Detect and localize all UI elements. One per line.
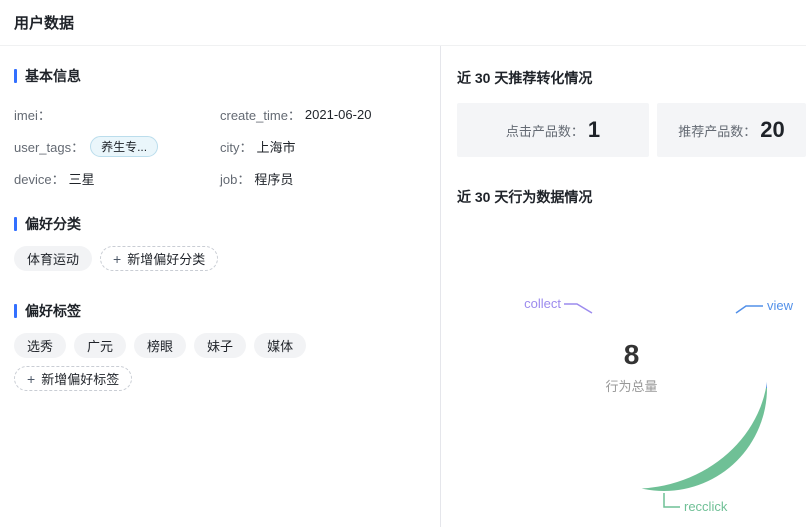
conversion-stats-row: 点击产品数： 1 推荐产品数： 20 <box>457 103 806 157</box>
page-title: 用户数据 <box>14 12 74 33</box>
field-device: device： 三星 <box>14 166 220 190</box>
preference-category-section-header: 偏好分类 <box>14 214 426 234</box>
field-city-label: city： <box>220 137 253 156</box>
field-user-tags: user_tags： 养生专... <box>14 134 220 158</box>
section-accent-bar <box>14 217 17 231</box>
field-imei-label: imei： <box>14 105 51 124</box>
user-tag-chip[interactable]: 养生专... <box>90 136 158 157</box>
preference-tags-title: 偏好标签 <box>25 301 81 321</box>
collect-segment-label: collect <box>487 295 561 313</box>
basic-info-grid: imei： create_time： 2021-06-20 user_tags：… <box>14 102 426 190</box>
stat-clicked-value: 1 <box>588 117 600 143</box>
section-accent-bar <box>14 69 17 83</box>
preference-tag-chip: 妹子 <box>194 333 246 358</box>
preference-tag-chip: 榜眼 <box>134 333 186 358</box>
preference-tag-chip: 选秀 <box>14 333 66 358</box>
field-job: job： 程序员 <box>220 166 426 190</box>
field-create-time: create_time： 2021-06-20 <box>220 102 426 126</box>
stat-card-recommended-products: 推荐产品数： 20 <box>657 103 806 157</box>
preference-tags-section-header: 偏好标签 <box>14 301 426 321</box>
collect-leader-line <box>564 304 592 313</box>
field-imei: imei： <box>14 102 220 126</box>
stat-card-clicked-products: 点击产品数： 1 <box>457 103 649 157</box>
preference-category-tag-row: 体育运动 + 新增偏好分类 <box>14 246 426 271</box>
preference-tag-chip: 媒体 <box>254 333 306 358</box>
add-preference-tag-button[interactable]: + 新增偏好标签 <box>14 366 132 391</box>
preference-category-title: 偏好分类 <box>25 214 81 234</box>
plus-icon: + <box>27 372 35 386</box>
field-user-tags-label: user_tags： <box>14 137 84 156</box>
field-job-label: job： <box>220 169 250 188</box>
stat-recommended-label: 推荐产品数： <box>678 121 756 140</box>
field-job-value: 程序员 <box>254 169 293 188</box>
field-device-label: device： <box>14 169 65 188</box>
add-preference-category-label: 新增偏好分类 <box>127 249 205 268</box>
user-data-page: 用户数据 基本信息 imei： create_time： 2021-06-20 … <box>0 0 806 527</box>
basic-info-title: 基本信息 <box>25 66 81 86</box>
field-create-time-label: create_time： <box>220 105 301 124</box>
recclick-segment-label: recclick <box>684 498 727 516</box>
plus-icon: + <box>113 252 121 266</box>
preference-tags-tag-row: 选秀 广元 榜眼 妹子 媒体 + 新增偏好标签 <box>14 333 426 391</box>
donut-leader-lines <box>457 207 805 527</box>
field-create-time-value: 2021-06-20 <box>305 107 372 122</box>
add-preference-tag-label: 新增偏好标签 <box>41 369 119 388</box>
category-tag-chip: 体育运动 <box>14 246 92 271</box>
left-panel: 基本信息 imei： create_time： 2021-06-20 user_… <box>0 46 441 527</box>
field-city: city： 上海市 <box>220 134 426 158</box>
behavior-donut-chart: 8 行为总量 collect view recclick <box>457 207 806 527</box>
behavior-heading: 近 30 天行为数据情况 <box>457 187 806 207</box>
section-accent-bar <box>14 304 17 318</box>
right-panel: 近 30 天推荐转化情况 点击产品数： 1 推荐产品数： 20 近 30 天行为… <box>441 46 806 527</box>
basic-info-section-header: 基本信息 <box>14 66 426 86</box>
recclick-leader-line <box>664 493 680 507</box>
stat-clicked-label: 点击产品数： <box>506 121 584 140</box>
preference-tag-chip: 广元 <box>74 333 126 358</box>
add-preference-category-button[interactable]: + 新增偏好分类 <box>100 246 218 271</box>
page-header: 用户数据 <box>0 0 806 46</box>
stat-recommended-value: 20 <box>760 117 784 143</box>
field-city-value: 上海市 <box>257 137 296 156</box>
conversion-heading: 近 30 天推荐转化情况 <box>457 68 806 88</box>
field-device-value: 三星 <box>69 169 95 188</box>
view-leader-line <box>736 306 763 313</box>
view-segment-label: view <box>767 297 793 315</box>
